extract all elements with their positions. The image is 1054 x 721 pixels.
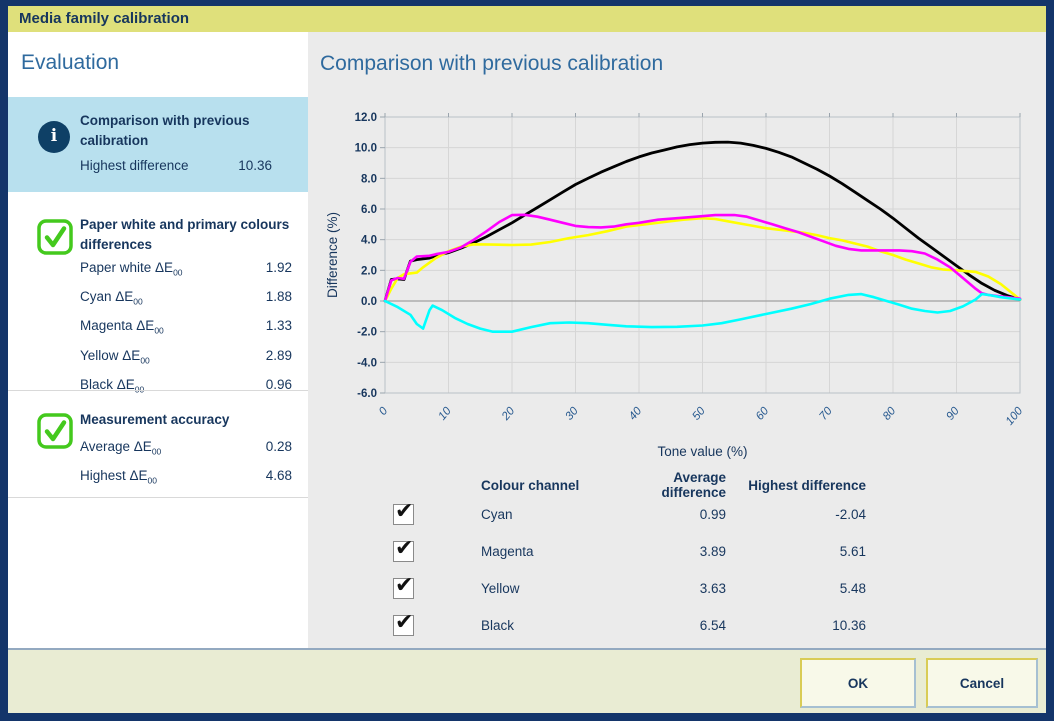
y-tick-label: -6.0 [357,388,377,400]
table-header: Colour channel Average difference Highes… [391,470,866,496]
x-axis-title: Tone value (%) [385,444,1020,459]
main-panel: Comparison with previous calibration -6.… [308,32,1046,648]
channel-table: Colour channel Average difference Highes… [391,470,866,644]
evaluation-sidebar: Evaluation i Comparison with previous ca… [8,32,308,648]
average-difference-value: 3.89 [616,544,726,559]
sidebar-item-title: Paper white and primary colours differen… [80,215,300,255]
checkbox-black[interactable]: ✔ [393,615,414,636]
channel-name: Cyan [481,507,616,522]
metric-value: 0.96 [266,373,292,402]
average-difference-value: 0.99 [616,507,726,522]
col-colour-channel: Colour channel [481,478,616,493]
sidebar-metric: Paper white ΔE001.92 [80,256,292,285]
x-tick-label: 50 [690,405,708,423]
window-title: Media family calibration [19,10,189,27]
metric-value: 1.88 [266,285,292,314]
col-highest-difference: Highest difference [726,478,866,493]
difference-line-chart: -6.0 -4.0 -2.0 0.0 2.0 4.0 6.0 8.0 10.0 12.0 0 10 20… [320,107,1030,437]
highest-difference-value: 5.61 [726,544,866,559]
x-tick-label: 30 [563,405,581,423]
table-row: ✔ Cyan 0.99 -2.04 [391,496,866,533]
metric-value: 2.89 [266,344,292,373]
highest-difference-value: -2.04 [726,507,866,522]
x-tick-label: 60 [754,405,772,423]
y-tick-label: 10.0 [355,143,377,155]
sidebar-item-title: Measurement accuracy [80,410,300,430]
check-pass-icon [36,218,74,256]
y-tick-label: 0.0 [361,296,377,308]
checkbox-yellow[interactable]: ✔ [393,578,414,599]
y-tick-label: 4.0 [361,235,377,247]
sidebar-metric: Average ΔE000.28 [80,435,292,464]
check-pass-icon [36,412,74,450]
x-tick-label: 100 [1004,405,1026,428]
average-difference-value: 6.54 [616,618,726,633]
sidebar-metric: Cyan ΔE001.88 [80,285,292,314]
x-tick-label: 40 [627,405,645,423]
y-tick-label: -4.0 [357,357,377,369]
sidebar-item-title: Comparison with previous calibration [80,111,300,151]
x-tick-label: 10 [436,405,454,423]
sidebar-item-paper-white-primaries[interactable]: Paper white and primary colours differen… [8,205,308,390]
channel-name: Magenta [481,544,616,559]
metric-value: 0.28 [266,435,292,464]
x-tick-label: 80 [881,405,899,423]
checkbox-cyan[interactable]: ✔ [393,504,414,525]
sidebar-metric: Highest ΔE004.68 [80,464,292,493]
channel-name: Black [481,618,616,633]
checkbox-magenta[interactable]: ✔ [393,541,414,562]
y-tick-label: 8.0 [361,173,377,185]
table-row: ✔ Magenta 3.89 5.61 [391,533,866,570]
x-tick-label: 90 [944,405,962,423]
y-tick-label: -2.0 [357,327,377,339]
table-row: ✔ Black 6.54 10.36 [391,607,866,644]
cancel-button[interactable]: Cancel [926,658,1038,708]
sidebar-divider [8,390,308,391]
channel-name: Yellow [481,581,616,596]
ok-button[interactable]: OK [800,658,916,708]
y-tick-label: 2.0 [361,265,377,277]
x-tick-label: 70 [817,405,835,423]
metric-value: 1.92 [266,256,292,285]
info-icon: i [38,121,70,153]
sidebar-metric: Magenta ΔE001.33 [80,314,292,343]
col-average-difference: Average difference [616,470,726,500]
sidebar-heading: Evaluation [21,51,119,75]
metric-value: 4.68 [266,464,292,493]
sidebar-divider [8,497,308,498]
y-tick-label: 6.0 [361,204,377,216]
sidebar-metric: Black ΔE000.96 [80,373,292,402]
sidebar-metric: Highest difference 10.36 [80,154,272,179]
x-tick-label: 20 [499,405,517,424]
sidebar-item-measurement-accuracy[interactable]: Measurement accuracy Average ΔE000.28 Hi… [8,400,308,497]
metric-value: 10.36 [238,154,272,179]
sidebar-item-comparison[interactable]: i Comparison with previous calibration H… [8,97,308,192]
highest-difference-value: 5.48 [726,581,866,596]
page-title: Comparison with previous calibration [320,52,663,76]
highest-difference-value: 10.36 [726,618,866,633]
y-axis-title: Difference (%) [325,212,340,298]
dialog-body: Evaluation i Comparison with previous ca… [8,32,1046,648]
sidebar-metric: Yellow ΔE002.89 [80,344,292,373]
media-family-calibration-dialog: Media family calibration Evaluation i Co… [0,0,1054,721]
y-tick-label: 12.0 [355,112,377,124]
button-bar: OK Cancel [8,648,1046,713]
average-difference-value: 3.63 [616,581,726,596]
x-tick-label: 0 [377,405,391,418]
title-bar: Media family calibration [8,6,1046,32]
table-row: ✔ Yellow 3.63 5.48 [391,570,866,607]
metric-value: 1.33 [266,314,292,343]
